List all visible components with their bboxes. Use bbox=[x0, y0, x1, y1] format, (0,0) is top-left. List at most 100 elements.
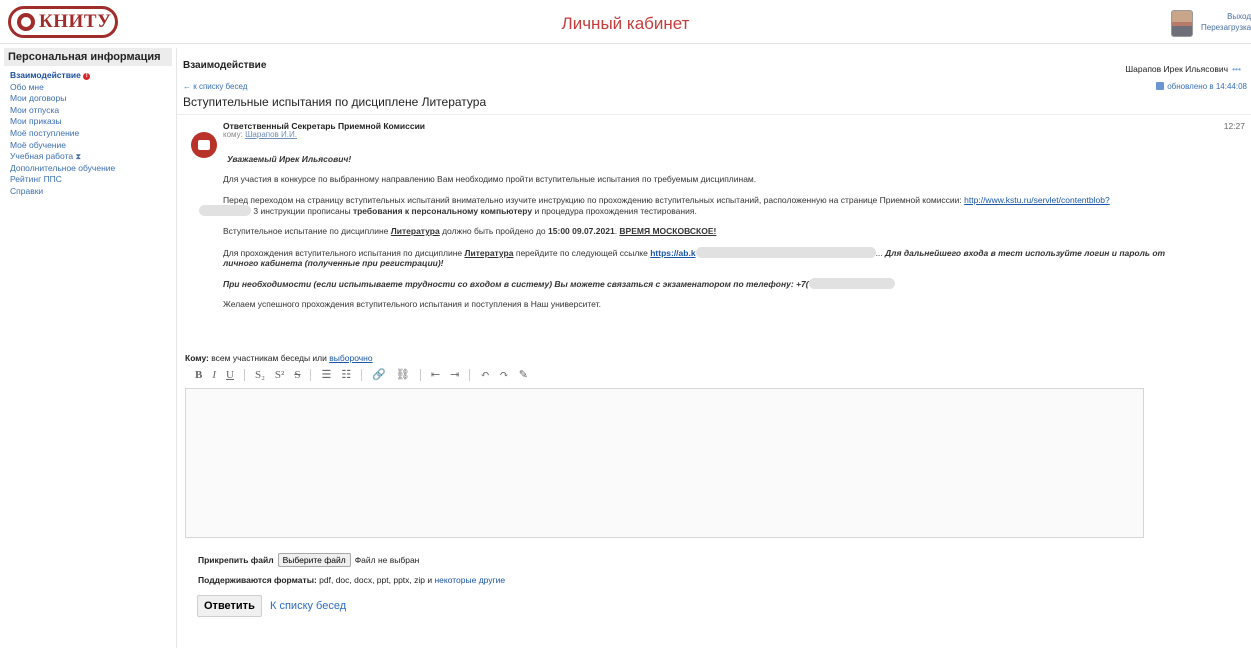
message-paragraph-3: Вступительное испытание по дисциплине Ли… bbox=[223, 226, 717, 236]
editor-toolbar: B I U S₂ S² S ☰ ☷ 🔗 ⛓ ⇤ ⇥ ↶ ↷ ✎ bbox=[195, 368, 528, 381]
undo-icon[interactable]: ↶ bbox=[480, 368, 489, 381]
paragraph-bold-text: требования к персональному компьютеру bbox=[352, 206, 533, 216]
sidebar-item-label: Дополнительное обучение bbox=[10, 162, 116, 173]
updated-time: обновлено в 14:44:08 bbox=[1167, 82, 1247, 91]
sidebar: Персональная информация Взаимодействие !… bbox=[4, 48, 172, 198]
reply-recipients: Кому: всем участникам беседы или выбороч… bbox=[185, 353, 373, 363]
message-paragraph-4: Для прохождения вступительного испытания… bbox=[223, 247, 1243, 268]
message-paragraph-5: При необходимости (если испытываете труд… bbox=[223, 278, 895, 289]
sidebar-title: Персональная информация bbox=[4, 48, 172, 66]
superscript-icon[interactable]: S² bbox=[275, 369, 284, 381]
redacted-phone bbox=[808, 278, 895, 289]
sidebar-item-label: Моё поступление bbox=[10, 127, 80, 138]
toolbar-separator bbox=[310, 368, 312, 381]
supported-formats: Поддерживаются форматы: pdf, doc, docx, … bbox=[198, 575, 505, 585]
conversation-subject: Вступительные испытания по дисциплене Ли… bbox=[183, 95, 487, 109]
choose-file-button[interactable]: Выберите файл bbox=[277, 553, 351, 567]
paragraph-text: Перед переходом на страницу вступительны… bbox=[223, 195, 962, 205]
to-label: Кому: bbox=[185, 353, 209, 363]
message-recipient: кому: Шарапов И.И. bbox=[223, 130, 297, 139]
sidebar-item-about[interactable]: Обо мне bbox=[10, 82, 172, 94]
message-paragraph-1: Для участия в конкурсе по выбранному нап… bbox=[223, 174, 757, 184]
paragraph-text: При необходимости (если испытываете труд… bbox=[223, 279, 809, 289]
sidebar-item-label: Мои отпуска bbox=[10, 104, 60, 115]
link-icon[interactable]: 🔗 bbox=[372, 368, 386, 381]
reply-editor[interactable] bbox=[185, 388, 1144, 538]
formats-label: Поддерживаются форматы: bbox=[198, 575, 317, 585]
sidebar-item-label: Мои приказы bbox=[10, 116, 62, 127]
sidebar-item-label: Справки bbox=[10, 185, 44, 196]
subject-name: Литература bbox=[390, 226, 440, 236]
divider bbox=[177, 114, 1251, 115]
test-link[interactable]: https://ab.k bbox=[650, 248, 695, 258]
section-heading: Взаимодействие bbox=[183, 60, 267, 71]
paragraph-text: и процедура прохождения тестирования. bbox=[534, 206, 697, 216]
timezone-note: ВРЕМЯ МОСКОВСКОЕ! bbox=[619, 226, 717, 236]
deadline: 15:00 09.07.2021 bbox=[548, 226, 615, 236]
underline-icon[interactable]: U bbox=[226, 369, 234, 381]
user-avatar[interactable] bbox=[1171, 10, 1193, 37]
sidebar-item-label: Учебная работа bbox=[10, 151, 74, 162]
sidebar-item-vacations[interactable]: Мои отпуска bbox=[10, 105, 172, 117]
paragraph-text: перейдите по следующей ссылке bbox=[515, 248, 648, 258]
indent-icon[interactable]: ⇥ bbox=[450, 368, 459, 381]
page-title: Личный кабинет bbox=[561, 14, 690, 33]
sidebar-item-label: Моё обучение bbox=[10, 139, 66, 150]
message-time: 12:27 bbox=[1223, 121, 1245, 131]
more-options-icon[interactable]: ••• bbox=[1232, 64, 1241, 74]
sidebar-item-extra-education[interactable]: Дополнительное обучение bbox=[10, 163, 172, 175]
sidebar-item-education[interactable]: Моё обучение bbox=[10, 140, 172, 152]
message-greeting: Уважаемый Ирек Ильясович! bbox=[227, 154, 352, 164]
toolbar-separator bbox=[419, 368, 421, 381]
back-to-conversations-link[interactable]: К списку бесед bbox=[270, 600, 346, 612]
sidebar-item-interaction[interactable]: Взаимодействие ! bbox=[10, 70, 172, 82]
exit-links: Выход Перезагрузка bbox=[1201, 11, 1251, 33]
bold-icon[interactable]: B bbox=[195, 369, 202, 381]
conversation-panel: Взаимодействие Шарапов Ирек Ильясович •••… bbox=[176, 48, 1251, 648]
toolbar-separator bbox=[361, 368, 363, 381]
redacted-text bbox=[695, 247, 876, 258]
sidebar-item-admission[interactable]: Моё поступление bbox=[10, 128, 172, 140]
refresh-status[interactable]: обновлено в 14:44:08 bbox=[1156, 82, 1247, 91]
subscript-icon[interactable]: S₂ bbox=[255, 369, 265, 381]
recipient-link[interactable]: Шарапов И.И. bbox=[245, 130, 297, 139]
sidebar-item-label: Мои договоры bbox=[10, 93, 67, 104]
sidebar-item-academic-work[interactable]: Учебная работа ⧗ bbox=[10, 151, 172, 163]
paragraph-text: 3 инструкции прописаны bbox=[253, 206, 351, 216]
bullet-list-icon[interactable]: ☷ bbox=[341, 368, 351, 381]
sidebar-item-orders[interactable]: Мои приказы bbox=[10, 116, 172, 128]
clear-format-icon[interactable]: ✎ bbox=[519, 368, 528, 381]
exit-link[interactable]: Выход bbox=[1201, 11, 1251, 22]
header: КНИТУ Личный кабинет Выход Перезагрузка bbox=[0, 0, 1251, 44]
sidebar-item-label: Обо мне bbox=[10, 81, 44, 92]
link-tail: ... bbox=[875, 248, 883, 258]
owner-name: Шарапов Ирек Ильясович bbox=[1125, 64, 1229, 74]
toolbar-separator bbox=[243, 368, 245, 381]
numbered-list-icon[interactable]: ☰ bbox=[321, 368, 331, 381]
sidebar-item-rating[interactable]: Рейтинг ППС bbox=[10, 174, 172, 186]
attach-label: Прикрепить файл bbox=[198, 555, 274, 565]
toolbar-separator bbox=[469, 368, 471, 381]
subject-name: Литература bbox=[464, 248, 514, 258]
redacted-text bbox=[199, 205, 251, 216]
other-formats-link[interactable]: некоторые другие bbox=[434, 575, 505, 585]
select-recipients-link[interactable]: выборочно bbox=[329, 353, 372, 363]
reload-link[interactable]: Перезагрузка bbox=[1201, 22, 1251, 33]
to-prefix: кому: bbox=[223, 130, 243, 139]
back-to-list-link[interactable]: ← к списку бесед bbox=[183, 82, 247, 91]
conversation-owner: Шарапов Ирек Ильясович ••• bbox=[1125, 64, 1241, 74]
unlink-icon[interactable]: ⛓ bbox=[396, 368, 410, 381]
attach-file-row: Прикрепить файл Выберите файл Файл не вы… bbox=[198, 553, 419, 567]
sidebar-item-label: Рейтинг ППС bbox=[10, 174, 62, 185]
sidebar-item-certificates[interactable]: Справки bbox=[10, 186, 172, 198]
reply-button[interactable]: Ответить bbox=[197, 595, 262, 617]
file-status: Файл не выбран bbox=[354, 555, 420, 565]
outdent-icon[interactable]: ⇤ bbox=[431, 368, 440, 381]
strikethrough-icon[interactable]: S bbox=[294, 369, 300, 381]
paragraph-bold-text: личного кабинета (полученные при регистр… bbox=[223, 258, 444, 268]
paragraph-text: Вступительное испытание по дисциплине bbox=[223, 226, 389, 236]
sidebar-item-contracts[interactable]: Мои договоры bbox=[10, 93, 172, 105]
instruction-link[interactable]: http://www.kstu.ru/servlet/contentblob? bbox=[964, 195, 1110, 205]
italic-icon[interactable]: I bbox=[212, 369, 216, 381]
redo-icon[interactable]: ↷ bbox=[500, 368, 509, 381]
